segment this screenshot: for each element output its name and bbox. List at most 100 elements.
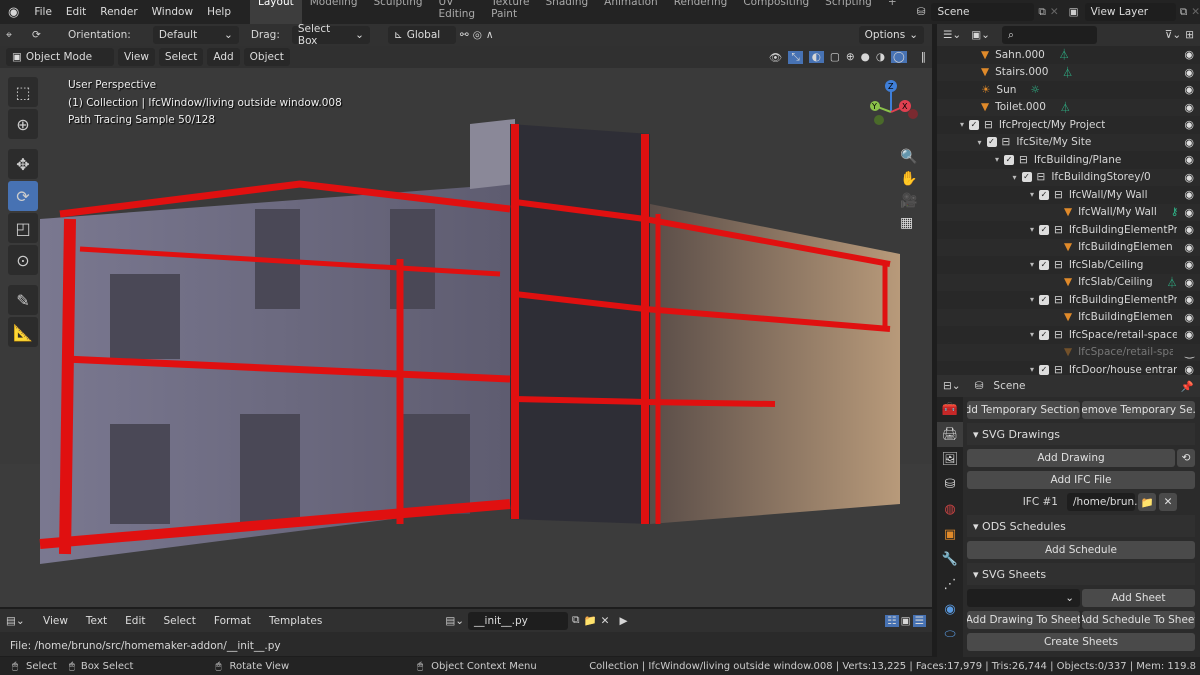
outliner-item[interactable]: ▾✓ ⊟ IfcDoor/house entrance ◉ xyxy=(937,361,1200,375)
expand-arrow-icon[interactable]: ▾ xyxy=(1008,173,1022,182)
particles-tab-icon[interactable]: ⋰ xyxy=(937,572,963,597)
tab-sculpting[interactable]: Sculpting xyxy=(365,0,430,24)
close-view-layer-icon[interactable]: ✕ xyxy=(1191,6,1200,18)
line-numbers-icon[interactable]: ☷ xyxy=(885,614,899,627)
xray-icon[interactable]: ▢ xyxy=(830,51,840,63)
eye-icon[interactable]: ◉ xyxy=(1184,328,1194,341)
eye-closed-icon[interactable]: ‿ xyxy=(1185,346,1194,359)
proportional-edit-icon[interactable]: ◎ xyxy=(473,29,482,41)
eye-icon[interactable]: ◉ xyxy=(1184,101,1194,114)
outliner-item[interactable]: ▼ Stairs.000 ⏃ ◉ xyxy=(937,63,1200,81)
outliner-item[interactable]: ☀ Sun ☼ ◉ xyxy=(937,81,1200,99)
expand-arrow-icon[interactable]: ▾ xyxy=(973,138,987,147)
outliner-item[interactable]: ▼ IfcSlab/Ceiling ⏃ ◉ xyxy=(937,273,1200,291)
scene-tab-icon[interactable]: ⛁ xyxy=(937,472,963,497)
scene-selector[interactable]: Scene xyxy=(931,3,1035,21)
editor-type-icon[interactable]: ⊟⌄ xyxy=(943,380,961,392)
add-temporary-section-button[interactable]: Add Temporary Section... xyxy=(967,401,1080,419)
remove-ifc-icon[interactable]: ✕ xyxy=(1159,493,1177,511)
refresh-icon[interactable]: ⟲ xyxy=(1177,449,1195,467)
exclude-checkbox[interactable]: ✓ xyxy=(1039,329,1049,340)
exclude-checkbox[interactable]: ✓ xyxy=(1039,224,1049,235)
eye-icon[interactable]: ◉ xyxy=(1184,118,1194,131)
eye-icon[interactable]: ◉ xyxy=(1184,48,1194,61)
menu-file[interactable]: File xyxy=(27,6,59,18)
add-workspace-button[interactable]: + xyxy=(880,0,905,24)
constraints-tab-icon[interactable]: ⬭ xyxy=(937,622,963,647)
eye-icon[interactable]: ◉ xyxy=(1184,153,1194,166)
pause-render-icon[interactable]: ‖ xyxy=(921,51,926,63)
text-browse-icon[interactable]: ▤⌄ xyxy=(445,615,464,627)
render-tab-icon[interactable]: 🖨 xyxy=(937,422,963,447)
create-sheets-button[interactable]: Create Sheets xyxy=(967,633,1195,651)
eye-icon[interactable]: ◉ xyxy=(1184,363,1194,375)
tab-layout[interactable]: Layout xyxy=(250,0,302,24)
tab-compositing[interactable]: Compositing xyxy=(735,0,817,24)
transform-orientation-dropdown[interactable]: ⊾ Global xyxy=(387,26,456,44)
solid-shading-icon[interactable]: ● xyxy=(861,51,870,63)
outliner-item[interactable]: ▾✓ ⊟ IfcBuildingElementProxy ◉ xyxy=(937,221,1200,239)
outliner-search-input[interactable]: ⌕ xyxy=(1001,26,1097,44)
display-mode-icon[interactable]: ☰⌄ xyxy=(943,29,961,41)
3d-viewport[interactable]: ⌖ ⟳ Orientation: Default ⌄ Drag: Select B… xyxy=(0,24,932,607)
add-drawing-to-sheet-button[interactable]: Add Drawing To Sheet xyxy=(967,611,1080,629)
outliner-item[interactable]: ▾ ✓ ⊟ IfcWall/My Wall ◉ xyxy=(937,186,1200,204)
outliner-item[interactable]: ▾ ✓ ⊟ IfcProject/My Project ◉ xyxy=(937,116,1200,134)
word-wrap-icon[interactable]: ▣ xyxy=(901,615,911,627)
add-schedule-button[interactable]: Add Schedule xyxy=(967,541,1195,559)
menu-select[interactable]: Select xyxy=(158,48,204,66)
tab-animation[interactable]: Animation xyxy=(596,0,666,24)
world-tab-icon[interactable]: ◍ xyxy=(937,497,963,522)
exclude-checkbox[interactable]: ✓ xyxy=(1021,172,1032,183)
menu-templates[interactable]: Templates xyxy=(262,615,329,627)
outliner-item[interactable]: ▼ IfcBuildingElementProxy ◉ xyxy=(937,238,1200,256)
expand-arrow-icon[interactable]: ▾ xyxy=(1025,225,1039,234)
eye-icon[interactable]: ◉ xyxy=(1184,188,1194,201)
filter-icon[interactable]: ⊽⌄ xyxy=(1165,29,1181,41)
view-layer-icon[interactable]: ▣ xyxy=(1069,6,1079,18)
rendered-shading-icon[interactable]: ◯ xyxy=(890,51,907,63)
expand-arrow-icon[interactable]: ▾ xyxy=(1025,190,1039,199)
material-shading-icon[interactable]: ◑ xyxy=(876,51,885,63)
exclude-checkbox[interactable]: ✓ xyxy=(1039,259,1049,270)
editor-type-icon[interactable]: ▤⌄ xyxy=(6,615,32,627)
outliner-item[interactable]: ▼ IfcWall/My Wall ⚷ ◉ xyxy=(937,203,1200,221)
cursor-tool[interactable]: ⊕ xyxy=(8,109,38,139)
tab-texture-paint[interactable]: Texture Paint xyxy=(483,0,537,24)
close-scene-icon[interactable]: ✕ xyxy=(1050,6,1059,18)
tab-rendering[interactable]: Rendering xyxy=(666,0,736,24)
svg-sheets-panel-header[interactable]: ▾ SVG Sheets xyxy=(967,563,1195,585)
new-view-layer-icon[interactable]: ⧉ xyxy=(1180,6,1188,19)
menu-edit[interactable]: Edit xyxy=(59,6,93,18)
exclude-checkbox[interactable]: ✓ xyxy=(1004,154,1014,165)
outliner-item[interactable]: ▾ ✓ ⊟ IfcBuilding/Plane ◉ xyxy=(937,151,1200,169)
mode-dropdown[interactable]: ▣ Object Mode xyxy=(6,48,114,66)
annotate-tool[interactable]: ✎ xyxy=(8,285,38,315)
eye-icon[interactable]: ◉ xyxy=(1184,171,1194,184)
falloff-icon[interactable]: ∧ xyxy=(486,29,494,41)
outliner-item[interactable]: ▼ Toilet.000 ⏃ ◉ xyxy=(937,98,1200,116)
perspective-grid-icon[interactable]: ▦ xyxy=(900,215,917,231)
camera-icon[interactable]: 🎥 xyxy=(900,193,917,209)
outliner-item[interactable]: ▼ IfcBuildingElementProxy ◉ xyxy=(937,308,1200,326)
ifc-path-field[interactable]: /home/brun... xyxy=(1067,493,1144,511)
add-schedule-to-sheet-button[interactable]: Add Schedule To Sheet xyxy=(1082,611,1195,629)
run-script-icon[interactable]: ▶ xyxy=(619,615,627,627)
tab-uv-editing[interactable]: UV Editing xyxy=(431,0,484,24)
snap-icon[interactable]: ⚯ xyxy=(460,29,469,41)
expand-arrow-icon[interactable]: ▾ xyxy=(1025,330,1039,339)
scale-tool[interactable]: ◰ xyxy=(8,213,38,243)
unlink-text-icon[interactable]: ✕ xyxy=(601,615,610,627)
menu-view[interactable]: View xyxy=(118,48,155,66)
outliner-item[interactable]: ▾ ✓ ⊟ IfcSpace/retail-space ◉ xyxy=(937,326,1200,344)
text-name-field[interactable]: __init__.py xyxy=(468,611,569,630)
navigation-gizmo[interactable]: Z X Y xyxy=(855,76,927,148)
eye-icon[interactable]: ◉ xyxy=(1184,206,1194,219)
drag-dropdown[interactable]: Select Box ⌄ xyxy=(291,24,370,47)
eye-icon[interactable]: ◉ xyxy=(1184,241,1194,254)
view-layer-selector[interactable]: View Layer xyxy=(1084,3,1176,21)
menu-window[interactable]: Window xyxy=(145,6,200,18)
outliner-item[interactable]: ▾✓ ⊟ IfcBuildingElementProxy ◉ xyxy=(937,291,1200,309)
exclude-checkbox[interactable]: ✓ xyxy=(1039,189,1049,200)
menu-help[interactable]: Help xyxy=(200,6,238,18)
